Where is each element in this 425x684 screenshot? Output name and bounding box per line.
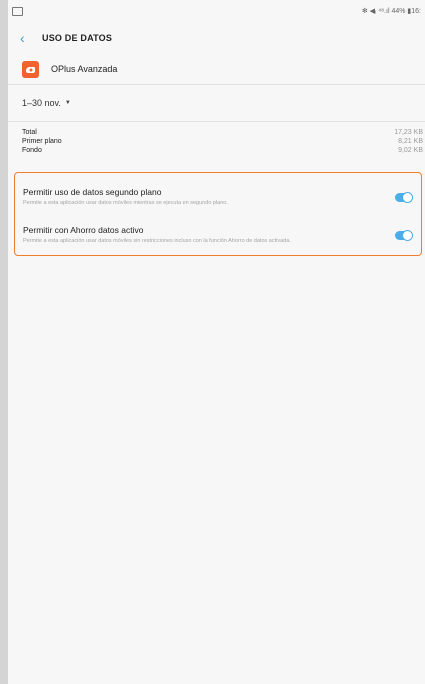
usage-stats: Total 17,23 KB Primer plano 8,21 KB Fond…	[8, 122, 425, 155]
gallery-notification-icon	[12, 6, 23, 16]
highlighted-toggle-group: Permitir uso de datos segundo plano Perm…	[14, 172, 422, 256]
setting-description: Permite a esta aplicación usar datos móv…	[23, 238, 291, 244]
stat-row-total: Total 17,23 KB	[8, 128, 425, 137]
background-data-toggle[interactable]	[395, 192, 413, 203]
background-data-setting[interactable]: Permitir uso de datos segundo plano Perm…	[15, 177, 421, 217]
setting-title: Permitir uso de datos segundo plano	[23, 187, 162, 197]
status-bar-text: ✻ ◀ᵢ ⁴⁸.ıl 44% ▮16:	[361, 8, 421, 15]
stat-value: 9,02 KB	[398, 147, 423, 154]
status-bar: ✻ ◀ᵢ ⁴⁸.ıl 44% ▮16:	[8, 0, 425, 22]
stat-value: 17,23 KB	[394, 129, 423, 136]
stat-label: Fondo	[22, 147, 42, 154]
stat-label: Total	[22, 129, 37, 136]
stat-label: Primer plano	[22, 138, 62, 145]
app-info-row: OPlus Avanzada	[8, 54, 425, 84]
app-name: OPlus Avanzada	[51, 64, 118, 74]
screen: ✻ ◀ᵢ ⁴⁸.ıl 44% ▮16: ‹ USO DE DATOS OPlus…	[8, 0, 425, 684]
page-title: USO DE DATOS	[42, 33, 113, 43]
oplus-app-icon	[22, 60, 39, 78]
setting-title: Permitir con Ahorro datos activo	[23, 225, 144, 235]
toggle-knob	[402, 230, 413, 241]
data-saver-toggle[interactable]	[395, 230, 413, 241]
stat-row-foreground: Primer plano 8,21 KB	[8, 137, 425, 146]
setting-description: Permite a esta aplicación usar datos móv…	[23, 200, 228, 206]
stat-value: 8,21 KB	[398, 138, 423, 145]
status-indicators: ✻ ◀ᵢ ⁴⁸.ıl 44% ▮16:	[362, 7, 421, 15]
period-label: 1–30 nov.	[22, 98, 61, 108]
period-selector[interactable]: 1–30 nov. ▼	[8, 85, 425, 121]
caret-down-icon: ▼	[64, 100, 71, 106]
toggle-knob	[402, 192, 413, 203]
stat-row-background: Fondo 9,02 KB	[8, 146, 425, 155]
chevron-left-icon[interactable]: ‹	[20, 30, 38, 46]
app-bar: ‹ USO DE DATOS	[8, 22, 425, 54]
data-saver-setting[interactable]: Permitir con Ahorro datos activo Permite…	[15, 215, 421, 255]
